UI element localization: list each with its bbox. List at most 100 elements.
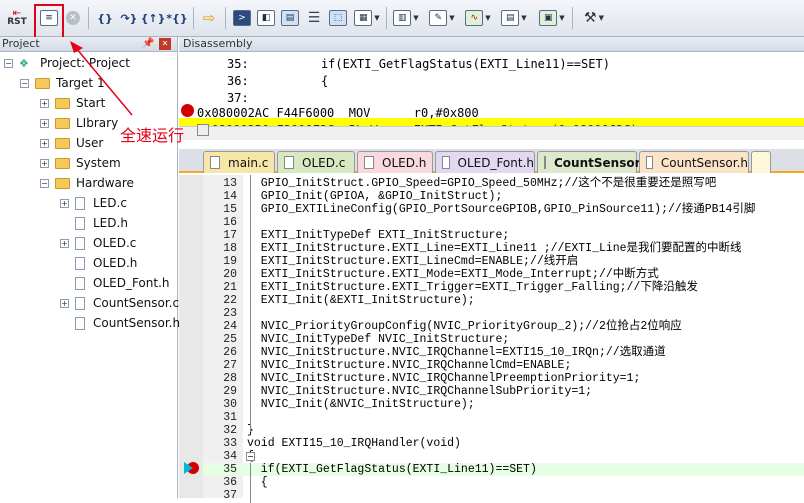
- breakpoint-marker[interactable]: [181, 104, 194, 117]
- step-button[interactable]: {}: [94, 6, 116, 30]
- expand-icon[interactable]: +: [60, 298, 69, 308]
- folder-icon: [55, 117, 70, 129]
- tab-file[interactable]: OLED.h: [357, 151, 433, 173]
- code-line: 20 EXTI_InitStructure.EXTI_Mode=EXTI_Mod…: [223, 268, 659, 281]
- collapse-icon[interactable]: −: [4, 58, 13, 68]
- file-icon: [284, 156, 294, 169]
- file-countsensor-h[interactable]: CountSensor.h: [75, 313, 180, 333]
- code-line: 34{: [223, 450, 254, 463]
- tab-file[interactable]: OLED_Font.h: [435, 151, 535, 173]
- command-window-button[interactable]: >: [231, 6, 253, 30]
- watch-window-button[interactable]: ▦ ▼: [351, 6, 383, 30]
- expand-icon[interactable]: +: [40, 118, 49, 128]
- memory-window-icon: ▥: [393, 10, 412, 26]
- pin-icon[interactable]: 📌: [142, 37, 154, 51]
- system-viewer-button[interactable]: ▣ ▼: [536, 6, 568, 30]
- code-line: 22 EXTI_Init(&EXTI_InitStructure);: [223, 294, 475, 307]
- watch-window-icon: ▦: [354, 10, 373, 26]
- group-start[interactable]: + Start: [40, 93, 105, 113]
- analysis-window-icon: ∿: [465, 10, 484, 26]
- step-icon: {}: [97, 11, 113, 25]
- run-button-highlight: [34, 4, 64, 40]
- code-editor[interactable]: 13 GPIO_InitStruct.GPIO_Speed=GPIO_Speed…: [179, 175, 804, 503]
- step-over-button[interactable]: ↷}: [118, 6, 140, 30]
- group-hardware[interactable]: − Hardware: [40, 173, 134, 193]
- expand-icon[interactable]: +: [40, 138, 49, 148]
- file-icon: [544, 156, 546, 169]
- tools-icon: ⚒: [584, 10, 597, 26]
- target-node[interactable]: − Target 1: [20, 73, 105, 93]
- file-icon: [75, 216, 85, 230]
- file-icon: [75, 296, 85, 310]
- reset-button[interactable]: ⇤ RST: [4, 6, 30, 30]
- run-to-cursor-button[interactable]: *{}: [166, 6, 188, 30]
- tools-button[interactable]: ⚒ ▼: [578, 6, 610, 30]
- step-out-button[interactable]: {↑}: [140, 6, 166, 30]
- group-library[interactable]: + LIbrary: [40, 113, 118, 133]
- trace-window-button[interactable]: ▤ ▼: [498, 6, 530, 30]
- disassembly-window[interactable]: 35: if(EXTI_GetFlagStatus(EXTI_Line11)==…: [179, 52, 804, 132]
- analysis-window-button[interactable]: ∿ ▼: [462, 6, 494, 30]
- editor-area: Disassembly 35: if(EXTI_GetFlagStatus(EX…: [179, 37, 804, 503]
- file-icon: [75, 276, 85, 290]
- trace-window-icon: ▤: [501, 10, 520, 26]
- file-icon: [364, 156, 374, 169]
- serial-window-button[interactable]: ✎ ▼: [426, 6, 458, 30]
- project-root[interactable]: − ❖ Project: Project: [4, 53, 130, 73]
- code-line: 29 NVIC_InitStructure.NVIC_IRQChannelSub…: [223, 385, 593, 398]
- memory-window-button[interactable]: ▥ ▼: [390, 6, 422, 30]
- stop-icon: ✕: [66, 11, 80, 25]
- file-icon: [75, 236, 85, 250]
- stop-button[interactable]: ✕: [63, 6, 83, 30]
- tab-file[interactable]: main.c: [203, 151, 275, 173]
- tab-file[interactable]: CountSensor.c: [537, 151, 650, 173]
- tab-file[interactable]: CountSensor.h: [639, 151, 749, 173]
- fold-toggle-icon[interactable]: −: [246, 452, 255, 461]
- editor-tabs: main.c OLED.c OLED.h OLED_Font.h CountSensor…: [179, 149, 804, 173]
- tab-file[interactable]: OLED.c: [277, 151, 355, 173]
- run-to-cursor-icon: *{}: [166, 11, 188, 25]
- expand-icon[interactable]: +: [40, 158, 49, 168]
- file-countsensor-c[interactable]: + CountSensor.c: [60, 293, 179, 313]
- collapse-icon[interactable]: −: [40, 178, 49, 188]
- disassembly-line: 35: if(EXTI_GetFlagStatus(EXTI_Line11)==…: [227, 57, 610, 71]
- file-led-c[interactable]: + LED.c: [60, 193, 127, 213]
- call-stack-icon: ⬚: [329, 10, 347, 26]
- registers-window-button[interactable]: ☰: [303, 6, 325, 30]
- more-tabs-icon[interactable]: [751, 151, 771, 173]
- code-line: 25 NVIC_InitTypeDef NVIC_InitStructure;: [223, 333, 510, 346]
- code-line: 37: [223, 489, 237, 502]
- file-oled-font-h[interactable]: OLED_Font.h: [75, 273, 170, 293]
- file-oled-c[interactable]: + OLED.c: [60, 233, 136, 253]
- step-out-icon: {↑}: [140, 11, 166, 25]
- expand-icon[interactable]: +: [60, 198, 69, 208]
- expand-icon[interactable]: +: [40, 98, 49, 108]
- call-stack-button[interactable]: ⬚: [327, 6, 349, 30]
- code-line: 17 EXTI_InitTypeDef EXTI_InitStructure;: [223, 229, 510, 242]
- file-icon: [442, 156, 450, 169]
- collapse-icon[interactable]: −: [20, 78, 29, 88]
- expand-icon[interactable]: +: [60, 238, 69, 248]
- disassembly-window-button[interactable]: ◧: [255, 6, 277, 30]
- file-icon: [75, 316, 85, 330]
- group-user[interactable]: + User: [40, 133, 103, 153]
- file-led-h[interactable]: LED.h: [75, 213, 128, 233]
- code-line: 14 GPIO_Init(GPIOA, &GPIO_InitStruct);: [223, 190, 503, 203]
- show-next-statement-button[interactable]: ⇨: [198, 6, 220, 30]
- disassembly-scrollbar[interactable]: [179, 126, 804, 140]
- folder-icon: [55, 97, 70, 109]
- code-line: 28 NVIC_InitStructure.NVIC_IRQChannelPre…: [223, 372, 641, 385]
- show-next-icon: ⇨: [202, 9, 216, 27]
- file-icon: [75, 256, 85, 270]
- splitter-handle[interactable]: [197, 124, 209, 136]
- project-panel-header: Project 📌 ✕: [0, 37, 177, 52]
- code-line: 15 GPIO_EXTILineConfig(GPIO_PortSourceGP…: [223, 203, 756, 216]
- system-viewer-icon: ▣: [539, 10, 558, 26]
- group-system[interactable]: + System: [40, 153, 121, 173]
- command-window-icon: >: [233, 10, 251, 26]
- breakpoint-gutter[interactable]: [179, 175, 203, 498]
- close-icon[interactable]: ✕: [159, 38, 171, 50]
- file-oled-h[interactable]: OLED.h: [75, 253, 137, 273]
- symbols-window-button[interactable]: ▤: [279, 6, 301, 30]
- code-line: 36 {: [223, 476, 268, 489]
